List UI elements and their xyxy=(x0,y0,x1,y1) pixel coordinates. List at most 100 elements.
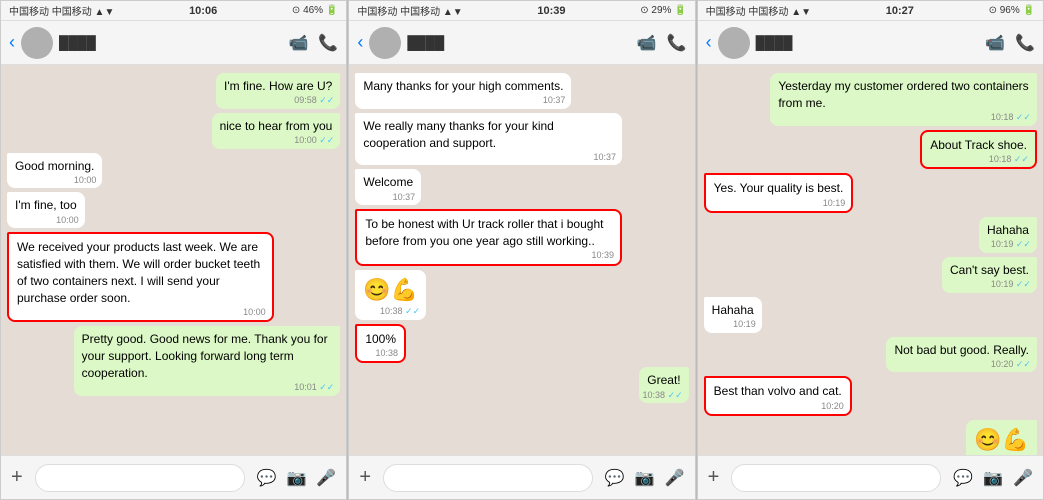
status-bar: 中国移动 中国移动 ▲▼ 10:06 ⊙ 46% 🔋 xyxy=(1,1,346,21)
message-time: 10:20 ✓✓ xyxy=(991,358,1031,371)
bubble-icon[interactable]: 💬 xyxy=(953,468,973,488)
message-bubble: We received your products last week. We … xyxy=(7,232,274,322)
camera-icon[interactable]: 📷 xyxy=(635,468,655,488)
message-text: We received your products last week. We … xyxy=(17,240,260,304)
message-row: I'm fine. How are U?09:58 ✓✓ xyxy=(7,73,340,109)
message-time: 09:58 ✓✓ xyxy=(294,94,334,107)
message-row: Hahaha10:19 ✓✓ xyxy=(704,217,1037,253)
read-ticks: ✓✓ xyxy=(319,95,334,105)
read-ticks: ✓✓ xyxy=(1014,154,1029,164)
back-button[interactable]: ‹ xyxy=(357,32,363,53)
message-time: 10:18 ✓✓ xyxy=(991,111,1031,124)
read-ticks: ✓✓ xyxy=(668,390,683,400)
message-bubble: Many thanks for your high comments.10:37 xyxy=(355,73,571,109)
contact-name: ████ xyxy=(407,35,630,50)
message-text: I'm fine, too xyxy=(15,198,77,212)
phone-icon[interactable]: 📞 xyxy=(318,33,338,53)
message-bubble: Hahaha10:19 xyxy=(704,297,762,333)
mic-icon[interactable]: 🎤 xyxy=(1013,468,1033,488)
message-time: 10:39 xyxy=(591,249,614,262)
back-button[interactable]: ‹ xyxy=(706,32,712,53)
status-bar: 中国移动 中国移动 ▲▼ 10:39 ⊙ 29% 🔋 xyxy=(349,1,694,21)
message-row: Welcome 10:37 xyxy=(355,169,688,205)
camera-icon[interactable]: 📷 xyxy=(983,468,1003,488)
message-row: We received your products last week. We … xyxy=(7,232,340,322)
camera-icon[interactable]: 📷 xyxy=(286,468,306,488)
phone-icon[interactable]: 📞 xyxy=(667,33,687,53)
carrier-label: 中国移动 中国移动 ▲▼ xyxy=(9,3,114,18)
message-text: Welcome xyxy=(363,175,413,189)
message-bubble: Great!10:38 ✓✓ xyxy=(639,367,688,403)
message-bubble: 😊💪 10:38 ✓✓ xyxy=(355,270,426,320)
read-ticks: ✓✓ xyxy=(405,306,420,316)
back-button[interactable]: ‹ xyxy=(9,32,15,53)
plus-button[interactable]: + xyxy=(708,466,720,489)
phone-icon[interactable]: 📞 xyxy=(1015,33,1035,53)
bottom-icons: 💬 📷 🎤 xyxy=(605,468,685,488)
message-row: 😊💪10:20 ✓✓ xyxy=(704,420,1037,455)
message-bubble: I'm fine. How are U?09:58 ✓✓ xyxy=(216,73,340,109)
message-text: I'm fine. How are U? xyxy=(224,79,332,93)
chat-bottom-bar: + 💬 📷 🎤 xyxy=(1,455,346,499)
emoji-content: 😊💪 xyxy=(974,427,1029,452)
message-time: 10:18 ✓✓ xyxy=(989,153,1029,166)
message-text: Many thanks for your high comments. xyxy=(363,79,563,93)
message-time: 10:37 xyxy=(393,191,416,204)
message-text: Not bad but good. Really. xyxy=(894,343,1029,357)
message-row: nice to hear from you10:00 ✓✓ xyxy=(7,113,340,149)
message-time: 10:00 xyxy=(74,174,97,187)
battery-label: ⊙ 96% 🔋 xyxy=(989,5,1035,16)
video-icon[interactable]: 📹 xyxy=(288,33,308,53)
avatar xyxy=(369,27,401,59)
read-ticks: ✓✓ xyxy=(1016,279,1031,289)
chat-header: ‹ ████ 📹 📞 xyxy=(698,21,1043,65)
chat-bottom-bar: + 💬 📷 🎤 xyxy=(698,455,1043,499)
message-bubble: About Track shoe.10:18 ✓✓ xyxy=(920,130,1037,170)
message-row: Yes. Your quality is best. 10:19 xyxy=(704,173,1037,213)
read-ticks: ✓✓ xyxy=(1016,112,1031,122)
message-row: Not bad but good. Really.10:20 ✓✓ xyxy=(704,337,1037,373)
mic-icon[interactable]: 🎤 xyxy=(665,468,685,488)
video-icon[interactable]: 📹 xyxy=(637,33,657,53)
message-input[interactable] xyxy=(383,464,593,492)
message-row: About Track shoe.10:18 ✓✓ xyxy=(704,130,1037,170)
message-time: 10:38 ✓✓ xyxy=(380,305,420,318)
message-text: We really many thanks for your kind coop… xyxy=(363,119,554,150)
message-time: 10:37 xyxy=(543,94,566,107)
mic-icon[interactable]: 🎤 xyxy=(316,468,336,488)
message-text: 100% xyxy=(365,332,396,346)
battery-label: ⊙ 29% 🔋 xyxy=(640,5,686,16)
bubble-icon[interactable]: 💬 xyxy=(257,468,277,488)
video-icon[interactable]: 📹 xyxy=(985,33,1005,53)
message-input[interactable] xyxy=(35,464,245,492)
bottom-icons: 💬 📷 🎤 xyxy=(257,468,337,488)
contact-name: ████ xyxy=(756,35,979,50)
message-row: Hahaha10:19 xyxy=(704,297,1037,333)
chat-header: ‹ ████ 📹 📞 xyxy=(1,21,346,65)
message-text: Good morning. xyxy=(15,159,94,173)
message-input[interactable] xyxy=(731,464,941,492)
message-time: 10:19 xyxy=(823,197,846,210)
time-label: 10:06 xyxy=(189,5,217,17)
header-icons: 📹 📞 xyxy=(985,33,1035,53)
message-text: Yes. Your quality is best. xyxy=(714,181,844,195)
plus-button[interactable]: + xyxy=(11,466,23,489)
message-bubble: Good morning.10:00 xyxy=(7,153,102,189)
message-text: Hahaha xyxy=(987,223,1029,237)
contact-name: ████ xyxy=(59,35,282,50)
read-ticks: ✓✓ xyxy=(319,135,334,145)
message-text: Hahaha xyxy=(712,303,754,317)
message-row: Good morning.10:00 xyxy=(7,153,340,189)
emoji-content: 😊💪 xyxy=(363,277,418,302)
message-time: 10:19 xyxy=(733,318,756,331)
chat-header: ‹ ████ 📹 📞 xyxy=(349,21,694,65)
message-bubble: 100%10:38 xyxy=(355,324,406,364)
message-row: Yesterday my customer ordered two contai… xyxy=(704,73,1037,126)
bottom-icons: 💬 📷 🎤 xyxy=(953,468,1033,488)
message-time: 10:01 ✓✓ xyxy=(294,381,334,394)
chat-body: Yesterday my customer ordered two contai… xyxy=(698,65,1043,455)
bubble-icon[interactable]: 💬 xyxy=(605,468,625,488)
message-bubble: To be honest with Ur track roller that i… xyxy=(355,209,622,266)
plus-button[interactable]: + xyxy=(359,466,371,489)
phone-panel-3: 中国移动 中国移动 ▲▼ 10:27 ⊙ 96% 🔋 ‹ ████ 📹 📞 Ye… xyxy=(697,0,1044,500)
